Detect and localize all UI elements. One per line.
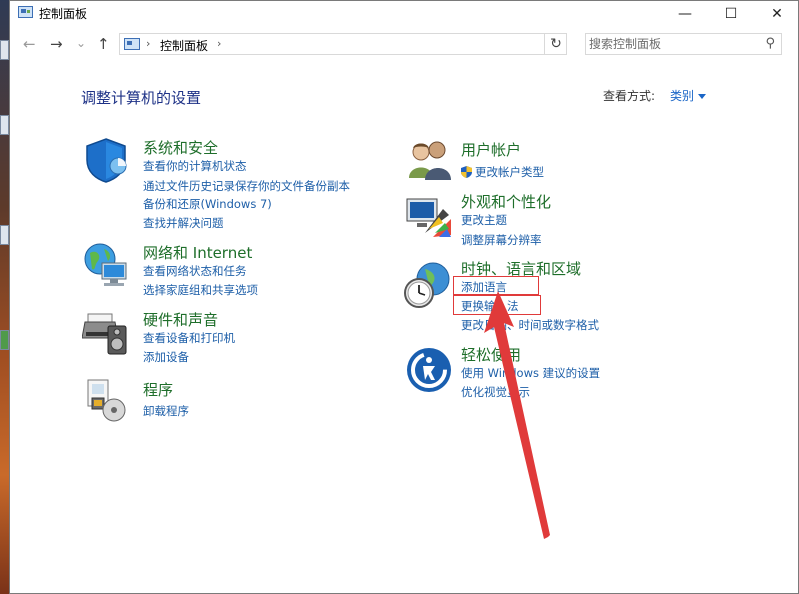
caret-down-icon: [698, 94, 707, 99]
link-change-account-type[interactable]: 更改帐户类型: [461, 164, 544, 180]
up-button[interactable]: ↑: [97, 35, 110, 53]
users-icon: [409, 141, 451, 180]
category-network-internet[interactable]: 网络和 Internet: [143, 242, 252, 263]
back-button[interactable]: ←: [23, 35, 36, 53]
desktop-icon[interactable]: [0, 115, 9, 135]
ease-of-access-icon: [407, 348, 451, 392]
search-icon[interactable]: ⚲: [765, 36, 775, 51]
link-uninstall-program[interactable]: 卸载程序: [143, 403, 189, 419]
link-view-computer-status[interactable]: 查看你的计算机状态: [143, 158, 247, 174]
link-adjust-resolution[interactable]: 调整屏幕分辨率: [461, 232, 542, 248]
minimize-button[interactable]: —: [662, 1, 708, 26]
link-homegroup-sharing[interactable]: 选择家庭组和共享选项: [143, 282, 258, 298]
control-panel-window: 控制面板 — ☐ ✕ ← → ⌄ ↑ › 控制面板 › ↻ ⚲ 调整计算机的设置…: [9, 0, 799, 594]
link-network-status[interactable]: 查看网络状态和任务: [143, 263, 247, 279]
close-button[interactable]: ✕: [754, 1, 798, 26]
desktop-icon[interactable]: [0, 40, 9, 60]
desktop-icon[interactable]: [0, 225, 9, 245]
link-file-history-backup[interactable]: 通过文件历史记录保存你的文件备份副本: [143, 178, 350, 194]
address-bar[interactable]: › 控制面板 › ↻: [119, 33, 567, 55]
recent-locations-button[interactable]: ⌄: [76, 36, 86, 50]
title-bar[interactable]: 控制面板 — ☐ ✕: [10, 1, 798, 26]
monitor-palette-icon: [406, 198, 451, 237]
category-hardware-sound[interactable]: 硬件和声音: [143, 309, 218, 330]
category-user-accounts[interactable]: 用户帐户: [461, 139, 521, 160]
shield-icon: [86, 138, 127, 183]
globe-network-icon: [84, 243, 127, 286]
window-title: 控制面板: [39, 7, 88, 21]
printer-speaker-icon: [82, 313, 127, 355]
chevron-right-icon[interactable]: ›: [217, 37, 221, 50]
search-box[interactable]: ⚲: [585, 33, 782, 55]
link-devices-printers[interactable]: 查看设备和打印机: [143, 330, 235, 346]
annotation-arrow: [484, 291, 550, 539]
category-system-security[interactable]: 系统和安全: [143, 137, 218, 158]
programs-icon: [87, 379, 126, 422]
window-bottom-edge: [10, 588, 798, 593]
search-input[interactable]: [589, 36, 754, 52]
link-troubleshoot[interactable]: 查找并解决问题: [143, 215, 224, 231]
uac-shield-icon: [461, 166, 472, 178]
control-panel-icon: [18, 6, 33, 18]
category-appearance[interactable]: 外观和个性化: [461, 191, 551, 212]
view-by-value: 类别: [670, 89, 695, 103]
forward-button[interactable]: →: [50, 35, 63, 53]
link-change-account-type-label: 更改帐户类型: [475, 165, 544, 179]
page-title: 调整计算机的设置: [81, 89, 202, 107]
link-add-device[interactable]: 添加设备: [143, 349, 189, 365]
breadcrumb-control-panel[interactable]: 控制面板: [160, 37, 208, 54]
chevron-right-icon[interactable]: ›: [146, 37, 150, 50]
maximize-button[interactable]: ☐: [708, 1, 754, 26]
control-panel-icon: [124, 38, 140, 50]
clock-globe-icon: [404, 262, 450, 308]
category-programs[interactable]: 程序: [143, 379, 173, 400]
view-by-dropdown[interactable]: 类别: [670, 87, 707, 104]
desktop-icon[interactable]: [0, 330, 9, 350]
refresh-button[interactable]: ↻: [544, 33, 567, 55]
link-backup-restore[interactable]: 备份和还原(Windows 7): [143, 196, 272, 212]
view-by-label: 查看方式:: [603, 89, 656, 103]
link-change-theme[interactable]: 更改主题: [461, 212, 507, 228]
